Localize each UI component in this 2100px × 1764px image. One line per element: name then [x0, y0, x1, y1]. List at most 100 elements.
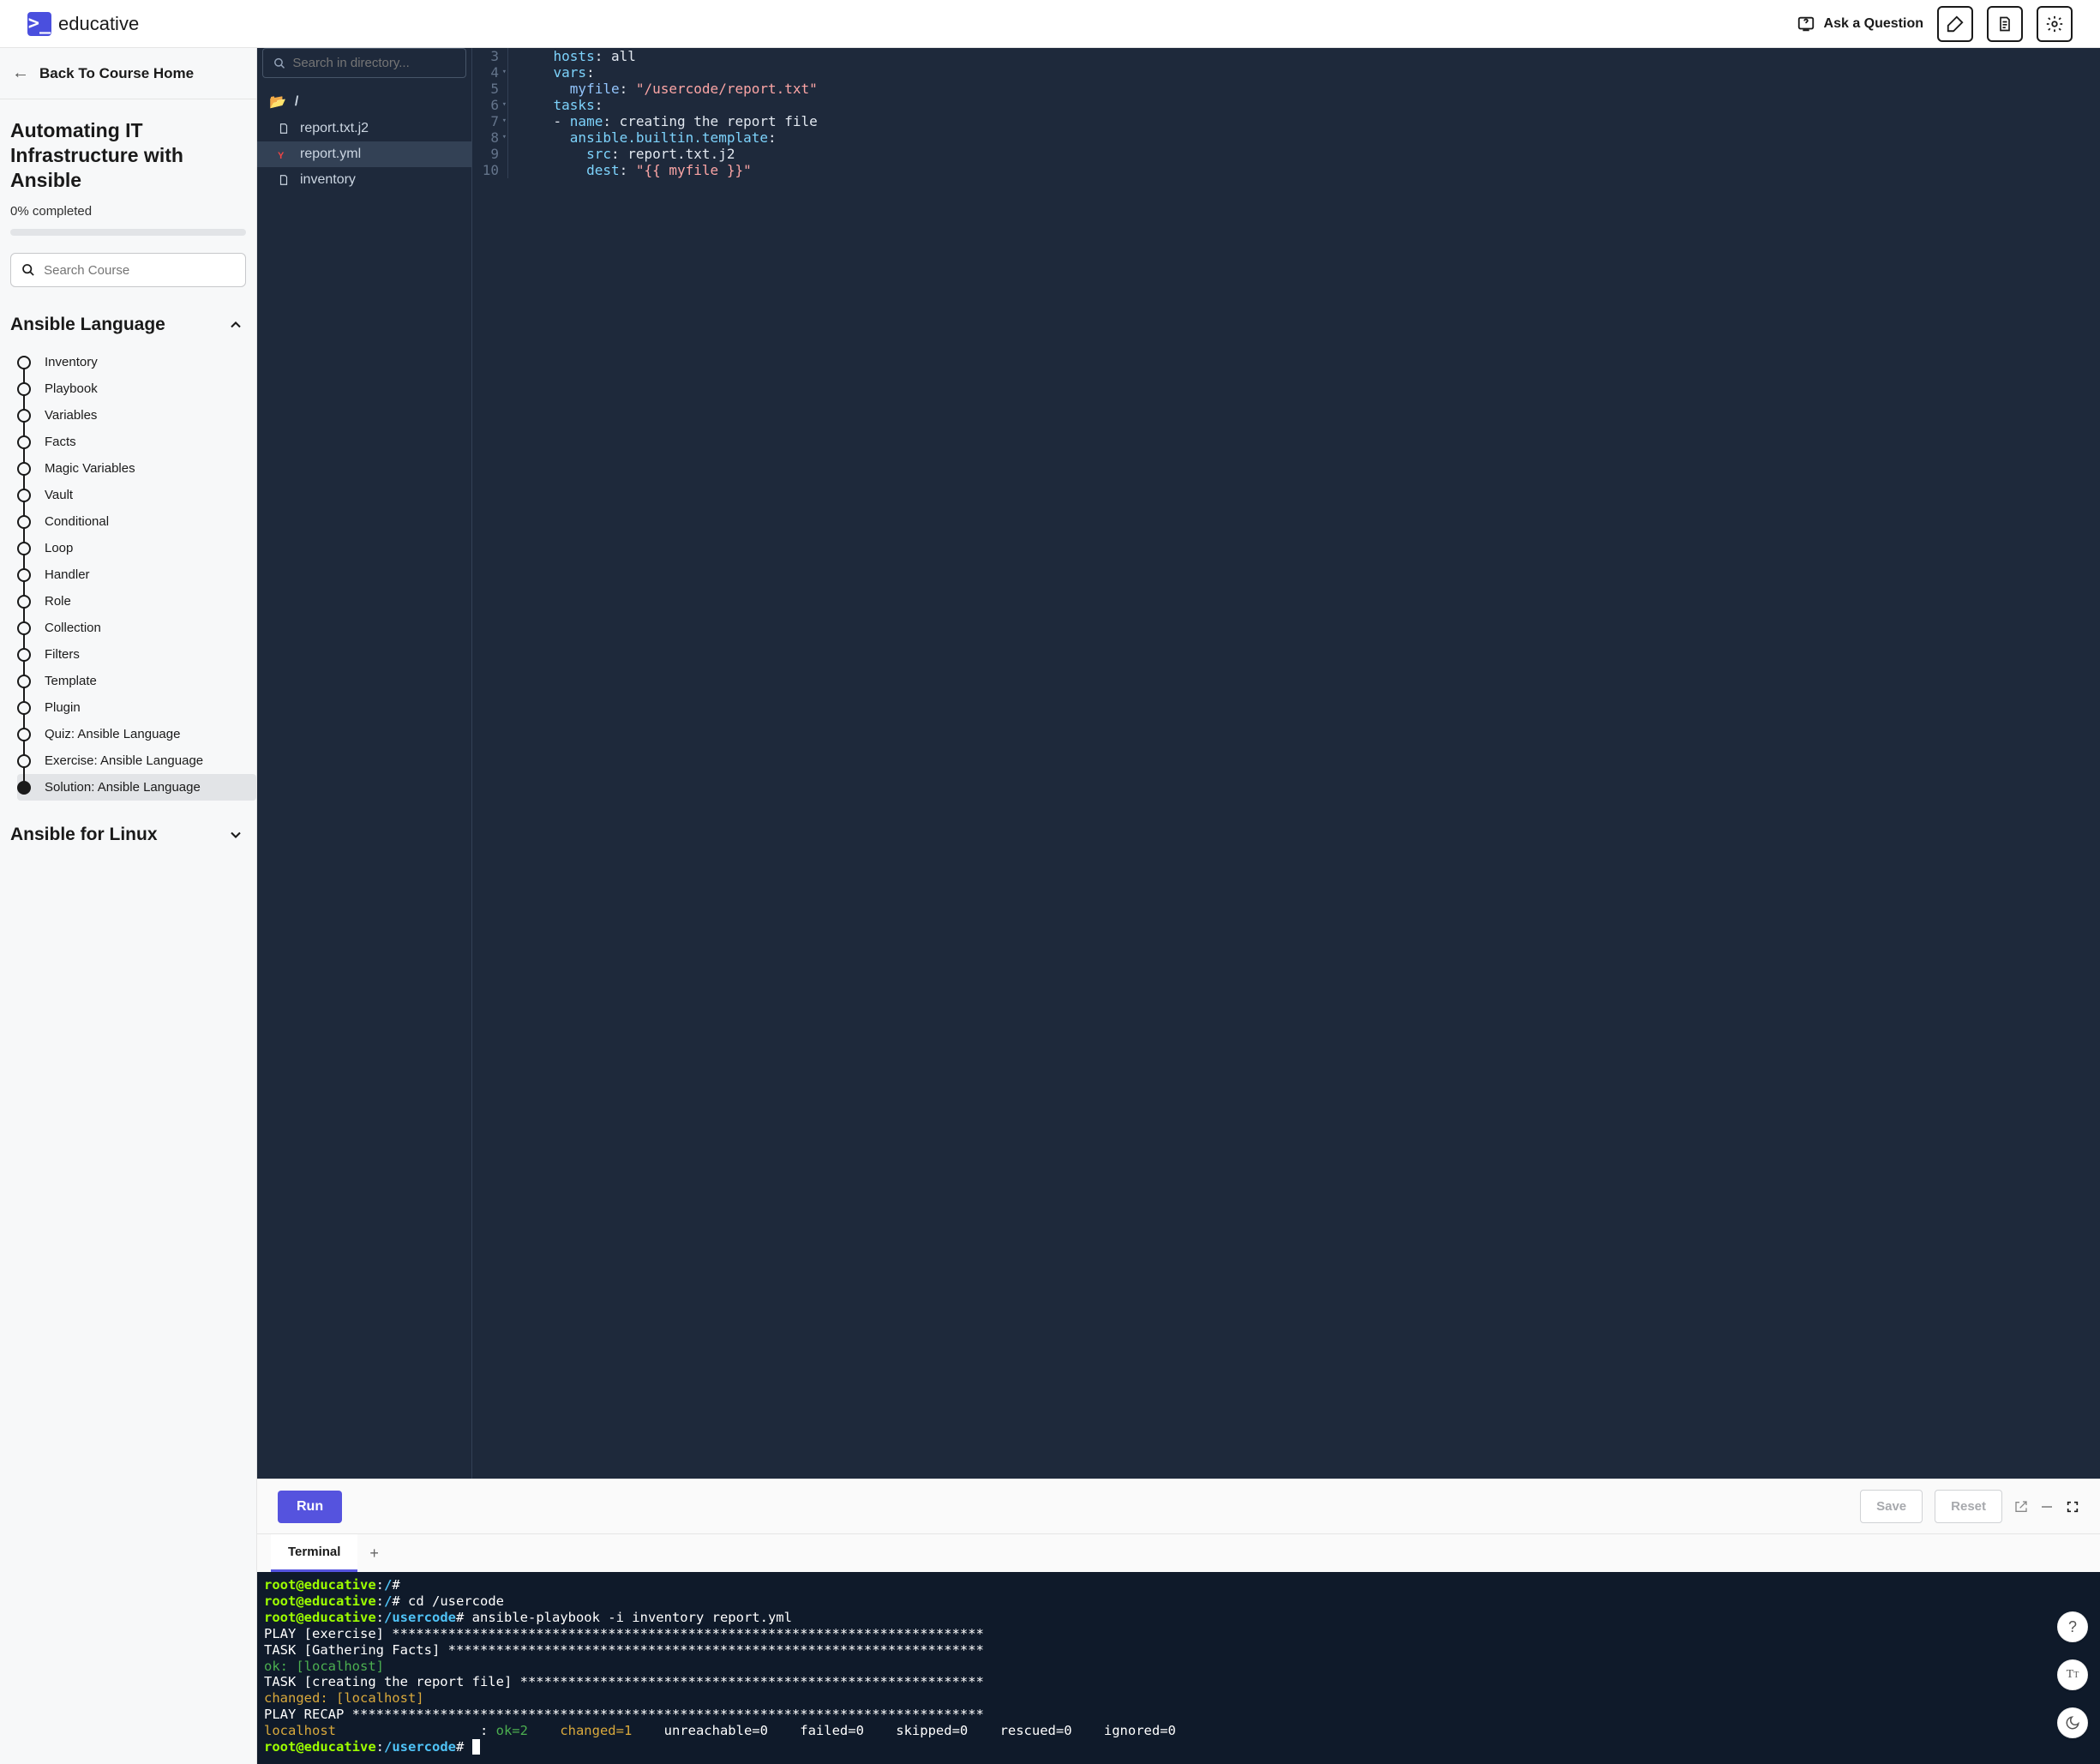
settings-button[interactable]	[2037, 6, 2073, 42]
terminal-line: root@educative:/# cd /usercode	[264, 1593, 2093, 1610]
progress-text: 0% completed	[0, 204, 256, 229]
lesson-item[interactable]: Exercise: Ansible Language	[17, 747, 256, 774]
terminal-line: PLAY [exercise] ************************…	[264, 1626, 2093, 1642]
ask-question-button[interactable]: Ask a Question	[1797, 15, 1923, 33]
lesson-label: Handler	[45, 567, 90, 582]
fold-icon[interactable]: ▾	[502, 68, 507, 76]
section-title: Ansible for Linux	[10, 825, 158, 845]
file-search-input[interactable]	[292, 56, 455, 70]
ask-question-label: Ask a Question	[1824, 16, 1923, 32]
line-content: dest: "{{ myfile }}"	[508, 162, 752, 178]
lesson-status-icon	[17, 648, 31, 662]
fold-icon[interactable]: ▾	[502, 117, 507, 125]
section-header[interactable]: Ansible for Linux	[0, 816, 256, 857]
code-line: 3 hosts: all	[472, 48, 2100, 64]
file-item[interactable]: Yreport.yml	[257, 141, 471, 167]
terminal-output[interactable]: root@educative:/#root@educative:/# cd /u…	[257, 1572, 2100, 1764]
code-line: 10 dest: "{{ myfile }}"	[472, 162, 2100, 178]
lesson-status-icon	[17, 462, 31, 476]
search-course[interactable]	[10, 253, 246, 287]
terminal-line: ok: [localhost]	[264, 1659, 2093, 1675]
lesson-status-icon	[17, 621, 31, 635]
lesson-item[interactable]: Variables	[17, 402, 256, 429]
code-editor[interactable]: 3 hosts: all4▾ vars:5 myfile: "/usercode…	[471, 48, 2100, 1479]
app-header: >_ educative Ask a Question	[0, 0, 2100, 48]
terminal-line: root@educative:/usercode# ansible-playbo…	[264, 1610, 2093, 1626]
document-icon	[1996, 15, 2013, 33]
help-button[interactable]: ?	[2057, 1611, 2088, 1642]
theme-toggle-button[interactable]	[2057, 1707, 2088, 1738]
fold-icon[interactable]: ▾	[502, 100, 507, 109]
minimize-icon[interactable]	[2040, 1500, 2054, 1514]
fold-icon[interactable]: ▾	[502, 133, 507, 141]
add-terminal-button[interactable]: +	[357, 1536, 391, 1571]
lesson-label: Vault	[45, 488, 73, 502]
lesson-status-icon	[17, 754, 31, 768]
highlight-button[interactable]	[1937, 6, 1973, 42]
terminal-line: TASK [creating the report file] ********…	[264, 1674, 2093, 1690]
terminal-line: root@educative:/usercode#	[264, 1739, 2093, 1755]
fullscreen-icon[interactable]	[2066, 1500, 2079, 1514]
run-button[interactable]: Run	[278, 1491, 342, 1523]
pencil-icon	[1946, 15, 1965, 33]
open-external-icon[interactable]	[2014, 1500, 2028, 1514]
lesson-label: Role	[45, 594, 71, 609]
editor-area: 📂 / report.txt.j2Yreport.ymlinventory 3 …	[257, 48, 2100, 1479]
gear-icon	[2045, 15, 2064, 33]
terminal-tab[interactable]: Terminal	[271, 1534, 357, 1572]
root-folder[interactable]: 📂 /	[257, 88, 471, 116]
lesson-item[interactable]: Facts	[17, 429, 256, 455]
file-name: report.yml	[300, 147, 361, 162]
file-item[interactable]: inventory	[257, 167, 471, 193]
notes-button[interactable]	[1987, 6, 2023, 42]
lesson-item[interactable]: Collection	[17, 615, 256, 641]
search-course-input[interactable]	[44, 263, 235, 278]
lesson-item[interactable]: Vault	[17, 482, 256, 508]
lesson-item[interactable]: Inventory	[17, 349, 256, 375]
lesson-item[interactable]: Playbook	[17, 375, 256, 402]
lesson-item[interactable]: Role	[17, 588, 256, 615]
brand-logo[interactable]: >_ educative	[27, 12, 139, 36]
lesson-item[interactable]: Plugin	[17, 694, 256, 721]
back-to-course[interactable]: ← Back To Course Home	[0, 48, 256, 99]
right-controls: Save Reset	[1860, 1490, 2079, 1523]
lesson-status-icon	[17, 489, 31, 502]
lesson-item[interactable]: Loop	[17, 535, 256, 561]
lesson-item[interactable]: Template	[17, 668, 256, 694]
lesson-item[interactable]: Filters	[17, 641, 256, 668]
lesson-label: Conditional	[45, 514, 109, 529]
line-number: 5	[472, 81, 508, 97]
lesson-status-icon	[17, 595, 31, 609]
file-icon	[278, 174, 291, 186]
file-item[interactable]: report.txt.j2	[257, 116, 471, 141]
lesson-item[interactable]: Quiz: Ansible Language	[17, 721, 256, 747]
lesson-label: Exercise: Ansible Language	[45, 753, 203, 768]
folder-open-icon: 📂	[269, 93, 286, 111]
line-number: 8▾	[472, 129, 508, 146]
lesson-item[interactable]: Conditional	[17, 508, 256, 535]
file-explorer: 📂 / report.txt.j2Yreport.ymlinventory	[257, 48, 471, 1479]
lesson-item[interactable]: Solution: Ansible Language	[17, 774, 256, 801]
lesson-item[interactable]: Handler	[17, 561, 256, 588]
floating-controls: ? TT	[2057, 1611, 2088, 1738]
section-header[interactable]: Ansible Language	[0, 306, 256, 347]
line-content: src: report.txt.j2	[508, 146, 735, 162]
lesson-label: Filters	[45, 647, 80, 662]
yaml-file-icon: Y	[278, 148, 291, 161]
brand-name: educative	[58, 13, 139, 35]
line-content: tasks:	[508, 97, 603, 113]
lesson-item[interactable]: Magic Variables	[17, 455, 256, 482]
reset-button[interactable]: Reset	[1935, 1490, 2002, 1523]
lesson-status-icon	[17, 356, 31, 369]
save-button[interactable]: Save	[1860, 1490, 1923, 1523]
lesson-label: Solution: Ansible Language	[45, 780, 201, 795]
code-line: 4▾ vars:	[472, 64, 2100, 81]
course-title: Automating IT Infrastructure with Ansibl…	[0, 99, 256, 204]
lesson-label: Variables	[45, 408, 97, 423]
terminal-line: PLAY RECAP *****************************…	[264, 1707, 2093, 1723]
file-search[interactable]	[262, 48, 466, 78]
lesson-label: Facts	[45, 435, 76, 449]
code-line: 5 myfile: "/usercode/report.txt"	[472, 81, 2100, 97]
lesson-label: Quiz: Ansible Language	[45, 727, 180, 741]
text-size-button[interactable]: TT	[2057, 1659, 2088, 1690]
